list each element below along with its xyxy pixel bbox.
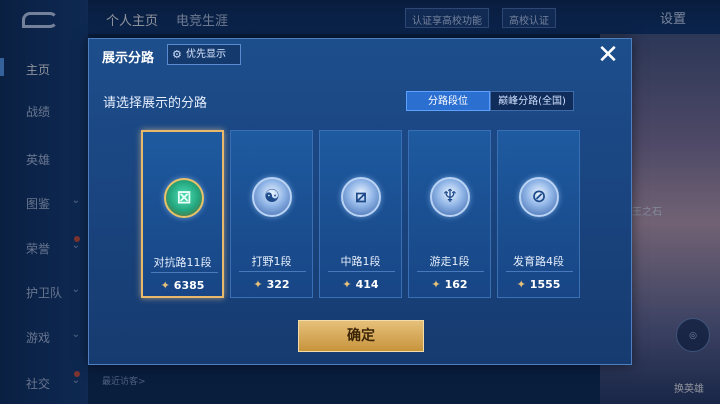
lane-card-divider xyxy=(239,271,306,272)
lane-card[interactable]: ⧄ 中路1段 ✦ 414 xyxy=(319,130,402,298)
lane-card-divider xyxy=(328,271,395,272)
lane-score-value: 6385 xyxy=(173,279,205,292)
lane-card-divider xyxy=(506,271,573,272)
lane-score: ✦ 6385 xyxy=(143,279,222,292)
lane-name: 游走1段 xyxy=(429,255,470,268)
lane-name: 对抗路11段 xyxy=(153,256,212,269)
priority-display-label: 优先显示 xyxy=(186,49,226,60)
lane-score: ✦ 162 xyxy=(409,278,490,291)
jungle-icon: ☯ xyxy=(252,177,292,217)
confirm-button[interactable]: 确定 xyxy=(298,320,424,352)
score-icon: ✦ xyxy=(160,279,170,292)
score-icon: ✦ xyxy=(431,278,441,291)
gear-icon: ⚙ xyxy=(172,48,182,61)
close-icon[interactable]: ✕ xyxy=(594,41,622,69)
lane-score-value: 322 xyxy=(266,278,290,291)
toggle-lane-rank[interactable]: 分路段位 xyxy=(406,91,490,111)
lane-name: 中路1段 xyxy=(340,255,381,268)
clash-lane-icon: ⊠ xyxy=(164,178,204,218)
roam-icon: ♆ xyxy=(430,177,470,217)
farm-lane-icon: ⊘ xyxy=(519,177,559,217)
lane-score-value: 162 xyxy=(444,278,468,291)
modal-subtitle: 请选择展示的分路 xyxy=(103,96,208,111)
lane-name: 打野1段 xyxy=(251,255,292,268)
lane-name: 发育路4段 xyxy=(513,255,564,268)
lane-score: ✦ 414 xyxy=(320,278,401,291)
lane-card[interactable]: ☯ 打野1段 ✦ 322 xyxy=(230,130,313,298)
priority-display-button[interactable]: ⚙ 优先显示 xyxy=(167,44,241,65)
lane-score: ✦ 322 xyxy=(231,278,312,291)
lane-card-divider xyxy=(417,271,484,272)
modal-title: 展示分路 xyxy=(102,51,155,66)
lane-display-modal: 展示分路 ⚙ 优先显示 ✕ 请选择展示的分路 分路段位 巅峰分路(全国) ⊠ 对抗… xyxy=(88,38,632,365)
toggle-peak-lane[interactable]: 巅峰分路(全国) xyxy=(490,91,574,111)
lane-score-value: 414 xyxy=(355,278,379,291)
lane-score-value: 1555 xyxy=(529,278,561,291)
score-icon: ✦ xyxy=(516,278,526,291)
score-icon: ✦ xyxy=(342,278,352,291)
lane-score: ✦ 1555 xyxy=(498,278,579,291)
mid-lane-icon: ⧄ xyxy=(341,177,381,217)
lane-card[interactable]: ⊠ 对抗路11段 ✦ 6385 xyxy=(141,130,224,298)
lane-card[interactable]: ⊘ 发育路4段 ✦ 1555 xyxy=(497,130,580,298)
lane-card-divider xyxy=(151,272,218,273)
score-icon: ✦ xyxy=(253,278,263,291)
lane-card[interactable]: ♆ 游走1段 ✦ 162 xyxy=(408,130,491,298)
